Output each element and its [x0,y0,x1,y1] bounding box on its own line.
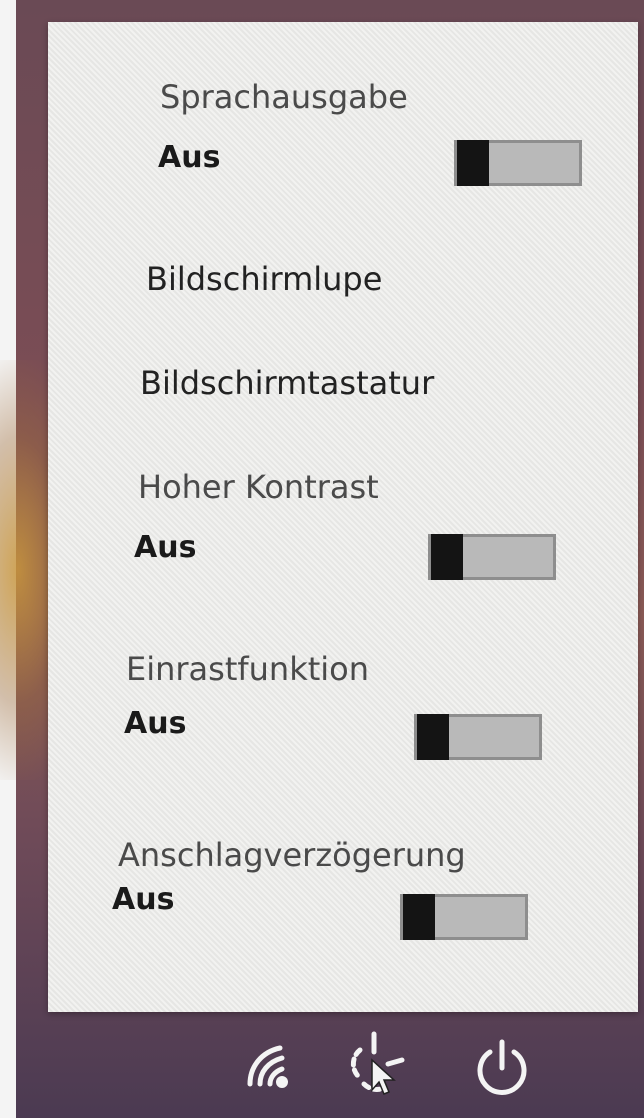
ease-of-access-flyout: Sprachausgabe Aus Bildschirmlupe Bildsch… [48,22,638,1012]
narrator-state: Aus [158,140,221,175]
narrator-title: Sprachausgabe [160,78,408,116]
filter-keys-toggle[interactable] [400,894,528,940]
filter-keys-title: Anschlagverzögerung [118,836,466,874]
toggle-knob [417,714,449,760]
sticky-keys-toggle[interactable] [414,714,542,760]
toggle-knob [457,140,489,186]
accessibility-icon[interactable] [344,1030,408,1095]
sticky-keys-title: Einrastfunktion [126,650,370,688]
network-icon[interactable] [236,1032,300,1096]
taskbar [0,1012,644,1118]
magnifier-item[interactable]: Bildschirmlupe [146,260,382,298]
high-contrast-toggle[interactable] [428,534,556,580]
toggle-knob [403,894,435,940]
high-contrast-state: Aus [134,530,197,565]
filter-keys-state: Aus [112,882,175,917]
toggle-knob [431,534,463,580]
power-icon[interactable] [470,1036,534,1100]
onscreen-keyboard-item[interactable]: Bildschirmtastatur [140,364,434,402]
narrator-toggle[interactable] [454,140,582,186]
high-contrast-title: Hoher Kontrast [138,468,379,506]
sticky-keys-state: Aus [124,706,187,741]
